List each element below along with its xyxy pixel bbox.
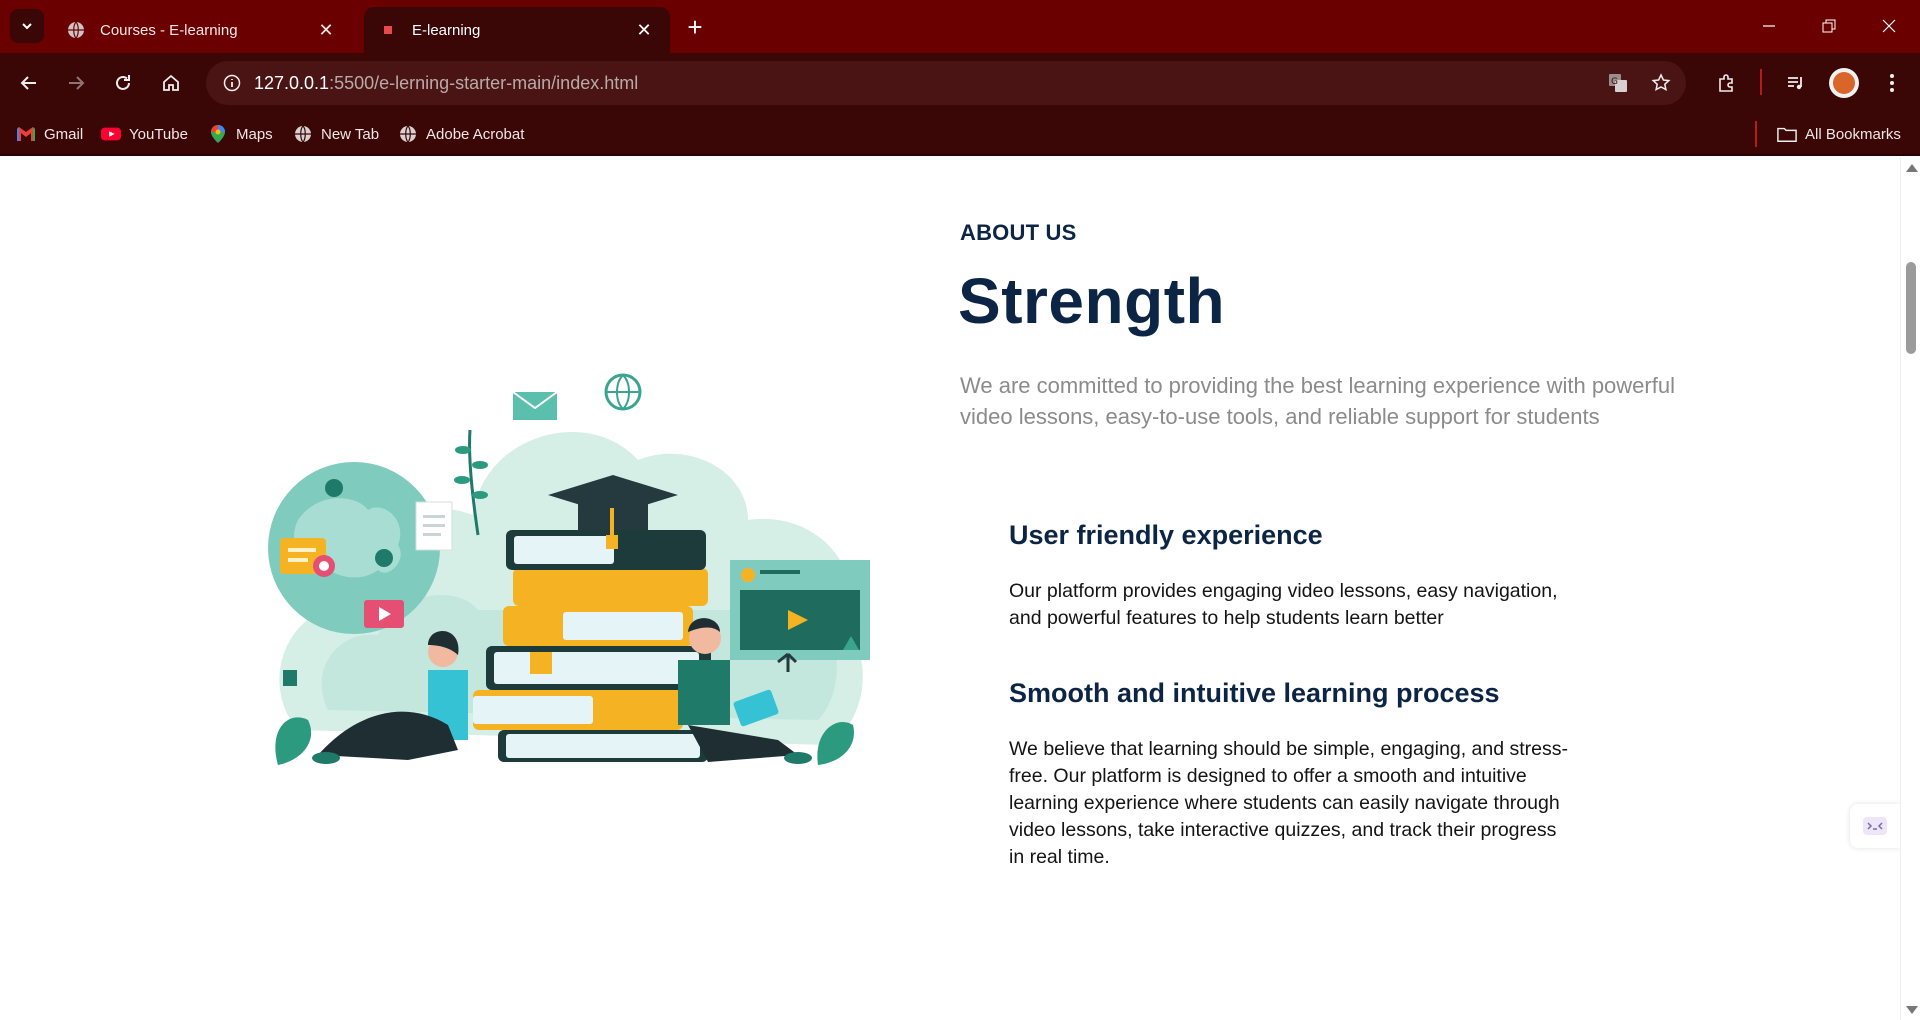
extension-floating-button[interactable] bbox=[1850, 804, 1900, 848]
section-title: Strength bbox=[958, 265, 1226, 337]
new-tab-button[interactable]: + bbox=[680, 12, 710, 42]
bookmarks-bar: Gmail YouTube Maps New Tab Adobe Acrobat… bbox=[0, 112, 1920, 156]
browser-menu-button[interactable] bbox=[1874, 65, 1910, 101]
map-pin-icon bbox=[208, 124, 228, 144]
feature-text: Our platform provides engaging video les… bbox=[1009, 580, 1558, 629]
profile-avatar[interactable] bbox=[1829, 68, 1859, 98]
bookmark-label: Maps bbox=[236, 125, 273, 143]
url-path: :5500/e-lerning-starter-main/index.html bbox=[329, 73, 639, 93]
bookmarks-divider bbox=[1755, 121, 1757, 147]
feature-title: User friendly experience bbox=[1009, 520, 1323, 550]
folder-icon bbox=[1777, 124, 1797, 144]
tab-search-button[interactable] bbox=[10, 9, 44, 43]
bookmark-label: Gmail bbox=[44, 125, 84, 143]
close-window-button[interactable] bbox=[1866, 8, 1912, 44]
tab-e-learning[interactable]: E-learning ✕ bbox=[364, 7, 670, 53]
home-button[interactable] bbox=[153, 65, 189, 101]
feature-title: Smooth and intuitive learning process bbox=[1009, 678, 1500, 708]
site-info-icon[interactable] bbox=[220, 71, 244, 95]
avatar-image bbox=[1833, 72, 1855, 94]
all-bookmarks-label: All Bookmarks bbox=[1805, 125, 1901, 143]
tab-courses[interactable]: Courses - E-learning ✕ bbox=[52, 7, 352, 53]
gmail-icon bbox=[16, 124, 36, 144]
minimize-button[interactable] bbox=[1746, 8, 1792, 44]
bookmark-youtube[interactable]: YouTube bbox=[101, 122, 188, 146]
close-icon[interactable]: ✕ bbox=[314, 18, 338, 42]
section-eyebrow: ABOUT US bbox=[960, 220, 1077, 245]
back-button[interactable] bbox=[11, 65, 47, 101]
restore-button[interactable] bbox=[1806, 8, 1852, 44]
puzzle-icon bbox=[1719, 74, 1733, 92]
site-favicon-icon bbox=[378, 20, 398, 40]
more-vertical-icon bbox=[1890, 74, 1894, 92]
home-icon bbox=[163, 74, 179, 91]
browser-toolbar: 127.0.0.1:5500/e-lerning-starter-main/in… bbox=[0, 53, 1920, 112]
extensions-button[interactable] bbox=[1709, 65, 1745, 101]
page-scrollbar[interactable] bbox=[1900, 158, 1920, 1020]
scroll-thumb[interactable] bbox=[1906, 262, 1916, 354]
bookmark-star-icon[interactable] bbox=[1649, 71, 1673, 95]
chevron-down-icon bbox=[22, 23, 32, 30]
page-viewport: ABOUT US Strength We are committed to pr… bbox=[0, 158, 1900, 1020]
svg-text:G: G bbox=[1611, 77, 1618, 87]
media-control-button[interactable] bbox=[1778, 65, 1814, 101]
url-text: 127.0.0.1:5500/e-lerning-starter-main/in… bbox=[254, 73, 638, 94]
youtube-icon bbox=[101, 124, 121, 144]
address-bar[interactable]: 127.0.0.1:5500/e-lerning-starter-main/in… bbox=[206, 61, 1686, 105]
bookmark-adobe-acrobat[interactable]: Adobe Acrobat bbox=[398, 122, 524, 146]
bookmark-gmail[interactable]: Gmail bbox=[16, 122, 83, 146]
browser-tab-bar: Courses - E-learning ✕ E-learning ✕ + bbox=[0, 0, 1920, 53]
close-icon bbox=[1882, 19, 1896, 33]
section-lead: We are committed to providing the best l… bbox=[960, 373, 1675, 429]
bookmark-maps[interactable]: Maps bbox=[208, 122, 273, 146]
feature-text: We believe that learning should be simpl… bbox=[1009, 738, 1568, 868]
forward-button[interactable] bbox=[58, 65, 94, 101]
arrow-right-icon bbox=[69, 76, 85, 90]
about-illustration bbox=[268, 373, 870, 765]
scroll-down-arrow-icon[interactable] bbox=[1906, 1006, 1918, 1014]
tab-title: E-learning bbox=[412, 21, 481, 39]
bookmark-label: Adobe Acrobat bbox=[426, 125, 525, 143]
toolbar-divider bbox=[1760, 69, 1762, 95]
translate-icon[interactable]: G bbox=[1606, 71, 1630, 95]
globe-icon bbox=[398, 124, 418, 144]
all-bookmarks-button[interactable]: All Bookmarks bbox=[1777, 122, 1901, 146]
reload-icon bbox=[116, 75, 130, 90]
bookmark-label: New Tab bbox=[321, 125, 380, 143]
url-host: 127.0.0.1 bbox=[254, 73, 330, 93]
restore-icon bbox=[1822, 19, 1836, 33]
globe-icon bbox=[293, 124, 313, 144]
music-queue-icon bbox=[1788, 77, 1802, 90]
bookmark-new-tab[interactable]: New Tab bbox=[293, 122, 379, 146]
arrow-left-icon bbox=[20, 76, 36, 90]
code-icon bbox=[1863, 817, 1887, 835]
close-icon[interactable]: ✕ bbox=[632, 18, 656, 42]
reload-button[interactable] bbox=[105, 65, 141, 101]
minimize-icon bbox=[1763, 25, 1775, 27]
globe-icon bbox=[66, 20, 86, 40]
scroll-up-arrow-icon[interactable] bbox=[1906, 164, 1918, 172]
tab-title: Courses - E-learning bbox=[100, 21, 238, 39]
bookmark-label: YouTube bbox=[129, 125, 188, 143]
